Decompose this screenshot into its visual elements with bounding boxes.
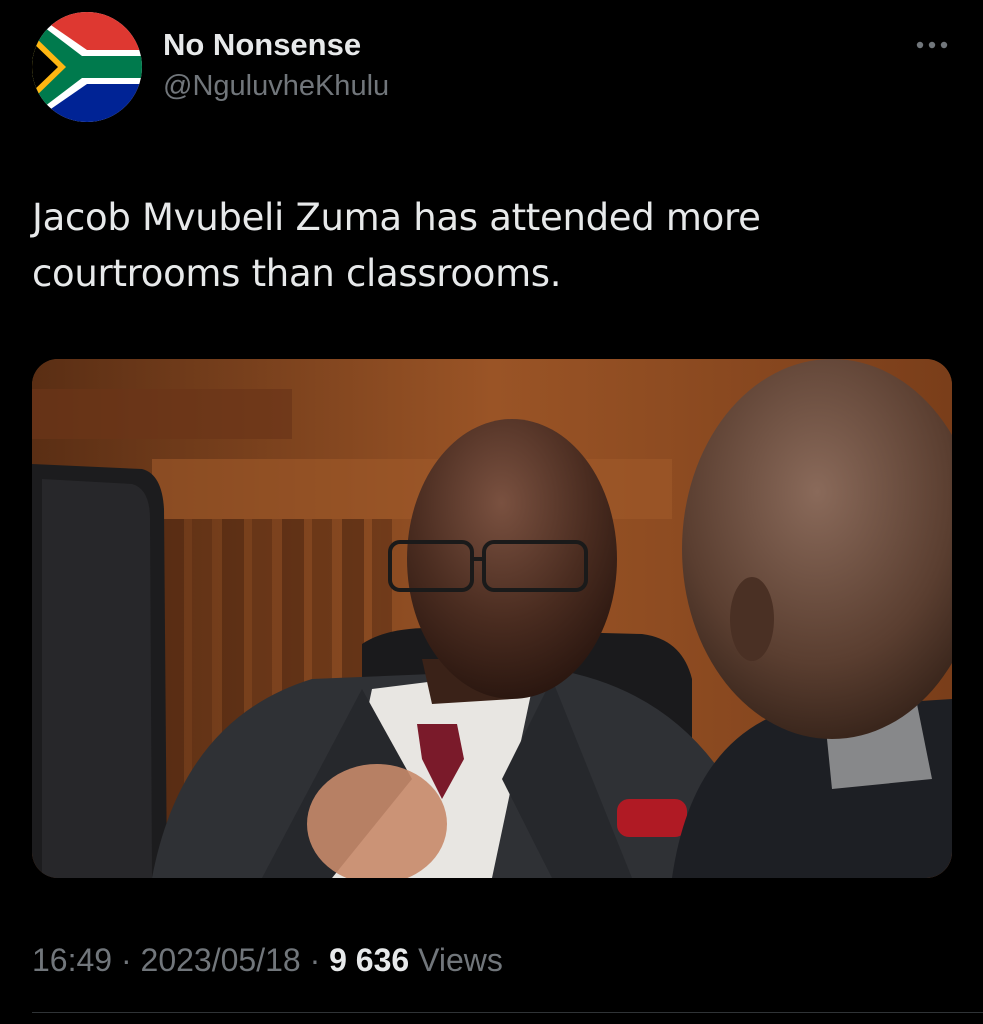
avatar[interactable] [32, 12, 142, 122]
meta-separator: · [120, 942, 132, 978]
meta-separator: · [309, 942, 321, 978]
tweet-meta: 16:49 · 2023/05/18 · 9 636 Views [32, 938, 503, 982]
author-block: No Nonsense @NguluvheKhulu [163, 26, 389, 106]
views-count[interactable]: 9 636 [329, 942, 409, 978]
tweet: No Nonsense @NguluvheKhulu Jacob Mvubeli… [0, 0, 983, 1024]
views-label[interactable]: Views [418, 942, 503, 978]
south-africa-flag-icon [32, 12, 142, 122]
user-handle[interactable]: @NguluvheKhulu [163, 66, 389, 106]
tweet-text: Jacob Mvubeli Zuma has attended more cou… [32, 196, 761, 295]
tweet-date[interactable]: 2023/05/18 [141, 942, 301, 978]
divider [32, 1012, 983, 1013]
display-name[interactable]: No Nonsense [163, 26, 389, 64]
tweet-photo[interactable] [32, 359, 952, 878]
more-options-icon[interactable] [915, 36, 949, 54]
tweet-time[interactable]: 16:49 [32, 942, 112, 978]
